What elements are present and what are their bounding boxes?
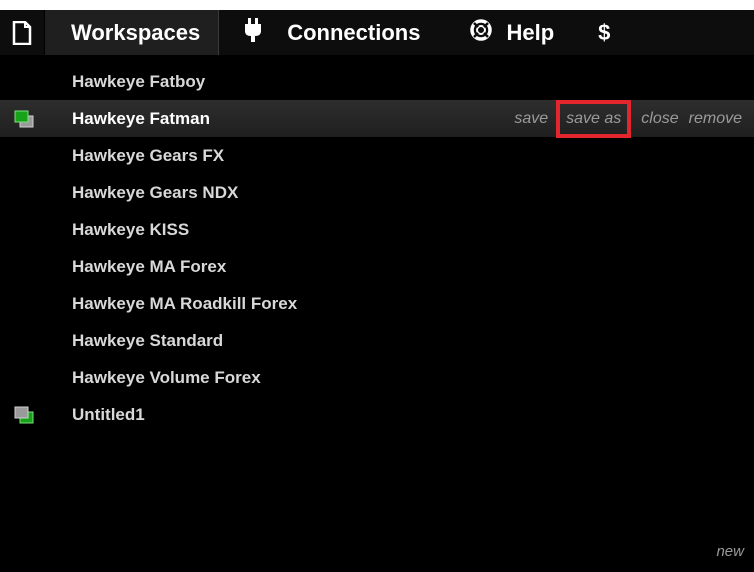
save-as-link[interactable]: save as <box>556 99 632 138</box>
workspace-item-hawkeye-ma-forex[interactable]: Hawkeye MA Forex <box>0 248 754 285</box>
workspace-item-hawkeye-gears-ndx[interactable]: Hawkeye Gears NDX <box>0 174 754 211</box>
workspace-name: Hawkeye MA Forex <box>72 256 227 276</box>
workspace-name: Hawkeye Volume Forex <box>72 367 261 387</box>
workspace-name: Hawkeye Fatman <box>72 108 210 128</box>
workspace-name: Hawkeye MA Roadkill Forex <box>72 293 298 313</box>
workspace-name: Hawkeye Fatboy <box>72 71 206 91</box>
workspace-item-hawkeye-kiss[interactable]: Hawkeye KISS <box>0 211 754 248</box>
tab-connections[interactable]: Connections <box>219 10 420 55</box>
workspace-name: Hawkeye Standard <box>72 330 224 350</box>
tab-workspaces-label: Workspaces <box>71 19 201 45</box>
workspace-item-hawkeye-standard[interactable]: Hawkeye Standard <box>0 322 754 359</box>
workspace-name: Hawkeye Gears NDX <box>72 182 239 202</box>
tab-connections-label: Connections <box>287 19 421 45</box>
workspace-actions: save save as close remove <box>504 99 742 138</box>
workspace-item-hawkeye-fatboy[interactable]: Hawkeye Fatboy <box>0 63 754 100</box>
workspace-item-untitled1[interactable]: Untitled1 <box>0 396 754 433</box>
new-workspace-link[interactable]: new <box>716 543 744 560</box>
tab-dollar-label: $ <box>598 19 611 45</box>
workspace-item-hawkeye-ma-roadkill-forex[interactable]: Hawkeye MA Roadkill Forex <box>0 285 754 322</box>
tab-help-label: Help <box>506 19 555 45</box>
plug-icon <box>245 17 262 48</box>
workspace-list: Hawkeye Fatboy Hawkeye Fatman save save … <box>0 55 754 433</box>
document-icon[interactable] <box>0 10 44 55</box>
workspace-item-hawkeye-volume-forex[interactable]: Hawkeye Volume Forex <box>0 359 754 396</box>
workspace-item-hawkeye-gears-fx[interactable]: Hawkeye Gears FX <box>0 137 754 174</box>
workspace-name: Hawkeye Gears FX <box>72 145 225 165</box>
workspaces-panel: Hawkeye Fatboy Hawkeye Fatman save save … <box>0 55 754 572</box>
workspace-name: Hawkeye KISS <box>72 219 190 239</box>
tab-workspaces[interactable]: Workspaces <box>44 10 220 55</box>
workspace-active-icon <box>14 110 34 128</box>
tab-help[interactable]: Help <box>420 10 554 55</box>
workspace-inactive-icon <box>14 406 34 424</box>
save-link[interactable]: save <box>514 110 548 128</box>
lifebuoy-icon <box>470 18 493 47</box>
remove-link[interactable]: remove <box>689 110 742 128</box>
workspace-name: Untitled1 <box>72 404 145 424</box>
tab-dollar[interactable]: $ <box>554 10 610 55</box>
workspace-item-hawkeye-fatman[interactable]: Hawkeye Fatman save save as close remove <box>0 99 754 138</box>
top-menubar: Workspaces Connections Help $ <box>0 10 754 55</box>
close-link[interactable]: close <box>641 110 678 128</box>
